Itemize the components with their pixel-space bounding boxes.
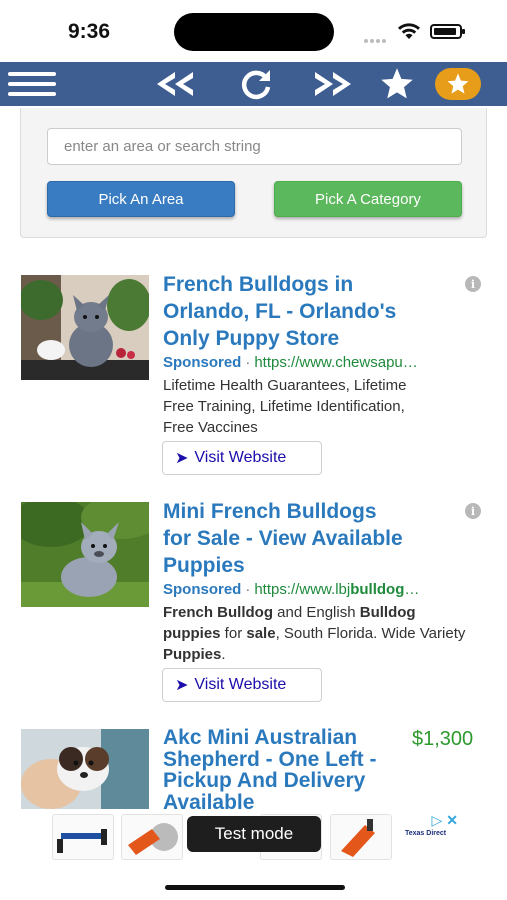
- info-icon[interactable]: i: [465, 276, 481, 292]
- close-icon[interactable]: ✕: [446, 812, 458, 829]
- pick-category-button[interactable]: Pick A Category: [274, 181, 462, 217]
- browser-toolbar: [0, 62, 507, 106]
- menu-icon: [8, 69, 56, 99]
- sponsored-line: Sponsored · https://www.chewsapu…: [163, 354, 418, 371]
- home-indicator[interactable]: [165, 885, 345, 890]
- ad-product-tile[interactable]: [52, 814, 114, 860]
- drill-tool-image: [57, 829, 107, 853]
- visit-website-button[interactable]: ➤ Visit Website: [162, 441, 322, 475]
- sponsored-label: Sponsored: [163, 581, 242, 598]
- test-mode-label: Test mode: [187, 816, 321, 852]
- listing-title[interactable]: Mini French Bulldogs for Sale - View Ava…: [163, 498, 463, 579]
- favorites-badge: [435, 68, 481, 100]
- listing-description: Lifetime Health Guarantees, Lifetime Fre…: [163, 377, 407, 436]
- ad-product-tile[interactable]: [330, 814, 392, 860]
- saw-tool-image: [128, 823, 178, 855]
- listing-title[interactable]: Akc Mini Australian Shepherd - One Left …: [163, 727, 423, 813]
- listing-thumbnail[interactable]: [21, 502, 149, 607]
- visit-website-button[interactable]: ➤ Visit Website: [162, 668, 322, 702]
- cellular-signal-icon: [364, 30, 390, 43]
- advertiser-logo[interactable]: Texas Direct: [405, 830, 455, 858]
- listing-description: French Bulldog and English Bulldog puppi…: [163, 604, 466, 663]
- sponsored-label: Sponsored: [163, 354, 242, 371]
- battery-icon: [430, 24, 465, 39]
- refresh-button[interactable]: [230, 62, 280, 106]
- australian-shepherd-photo: [21, 729, 149, 809]
- favorites-button[interactable]: [433, 62, 483, 106]
- ad-banner[interactable]: Test mode ▷ ✕ Texas Direct: [50, 812, 460, 862]
- fast-forward-icon: [315, 72, 351, 96]
- favorites-star-icon: [447, 73, 469, 94]
- info-icon[interactable]: i: [465, 503, 481, 519]
- status-bar: 9:36: [0, 0, 507, 62]
- menu-button[interactable]: [6, 62, 58, 106]
- arrow-right-icon: ➤: [175, 677, 189, 694]
- wifi-icon: [398, 23, 420, 39]
- ad-choices[interactable]: ▷ ✕: [422, 812, 458, 828]
- sponsored-line: Sponsored · https://www.lbjbulldog…: [163, 581, 420, 598]
- pick-area-button[interactable]: Pick An Area: [47, 181, 235, 217]
- listing-url[interactable]: https://www.lbjbulldog…: [254, 581, 419, 598]
- rewind-icon: [157, 72, 193, 96]
- listing-thumbnail[interactable]: [21, 275, 149, 380]
- dynamic-island: [174, 13, 334, 51]
- refresh-icon: [241, 70, 271, 100]
- listing-url[interactable]: https://www.chewsapu…: [254, 354, 417, 371]
- adchoices-play-icon[interactable]: ▷: [431, 812, 442, 829]
- listing-price: $1,300: [412, 728, 474, 750]
- forward-button[interactable]: [308, 62, 358, 106]
- bookmark-button[interactable]: [372, 62, 422, 106]
- back-button[interactable]: [150, 62, 200, 106]
- listing-thumbnail[interactable]: [21, 729, 149, 809]
- search-input[interactable]: [47, 128, 462, 165]
- french-bulldog-photo: [21, 275, 149, 380]
- star-icon: [381, 68, 413, 99]
- core-drill-image: [341, 819, 375, 857]
- ad-product-tile[interactable]: [121, 814, 183, 860]
- search-panel: Pick An Area Pick A Category: [20, 108, 487, 238]
- arrow-right-icon: ➤: [175, 450, 189, 467]
- listing-title[interactable]: French Bulldogs in Orlando, FL - Orlando…: [163, 271, 463, 352]
- status-time: 9:36: [68, 20, 111, 43]
- french-bulldog-photo: [21, 502, 149, 607]
